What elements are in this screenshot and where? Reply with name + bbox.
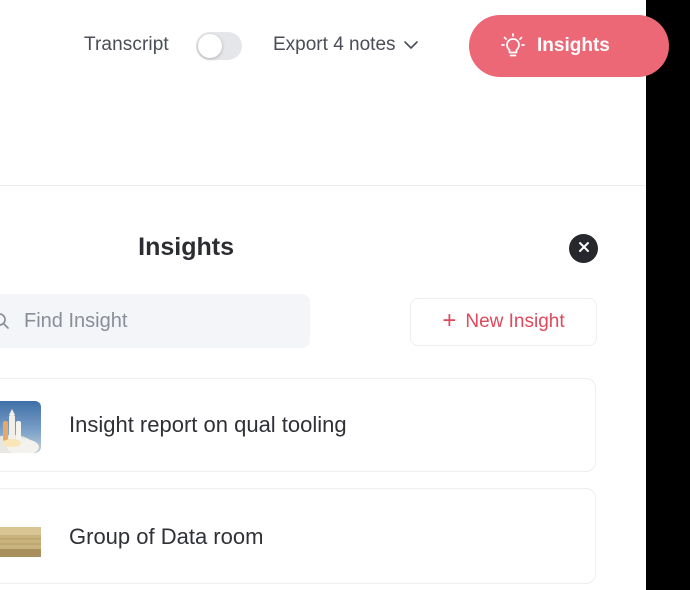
rocket-launch-image: [0, 401, 41, 453]
insight-card[interactable]: Insight report on qual tooling: [0, 378, 596, 472]
search-input[interactable]: [24, 294, 294, 348]
search-box: [0, 294, 310, 348]
chevron-down-icon: [403, 40, 418, 50]
toggle-knob: [198, 34, 222, 58]
lightbulb-icon: [501, 33, 525, 59]
new-insight-label: New Insight: [465, 311, 565, 332]
panel-title: Insights: [138, 233, 234, 261]
new-insight-button[interactable]: + New Insight: [410, 298, 597, 346]
plus-icon: +: [442, 307, 457, 334]
folder-stack-image: [0, 511, 41, 563]
screen-edge-black-bar: [646, 0, 690, 590]
insight-card-title: Group of Data room: [69, 524, 264, 549]
insights-button-label: Insights: [537, 35, 610, 56]
export-notes-button[interactable]: Export 4 notes: [273, 32, 418, 58]
export-notes-label: Export 4 notes: [273, 34, 396, 55]
panel-title-clip: Insights: [0, 233, 234, 265]
transcript-label: Transcript: [84, 34, 169, 55]
close-icon: [578, 240, 590, 258]
search-icon: [0, 312, 10, 335]
transcript-toggle[interactable]: [196, 32, 242, 60]
header-divider: [0, 185, 646, 186]
insight-card[interactable]: Group of Data room: [0, 488, 596, 584]
insights-button[interactable]: Insights: [469, 15, 669, 77]
insight-card-title: Insight report on qual tooling: [69, 412, 347, 437]
close-panel-button[interactable]: [569, 234, 598, 263]
